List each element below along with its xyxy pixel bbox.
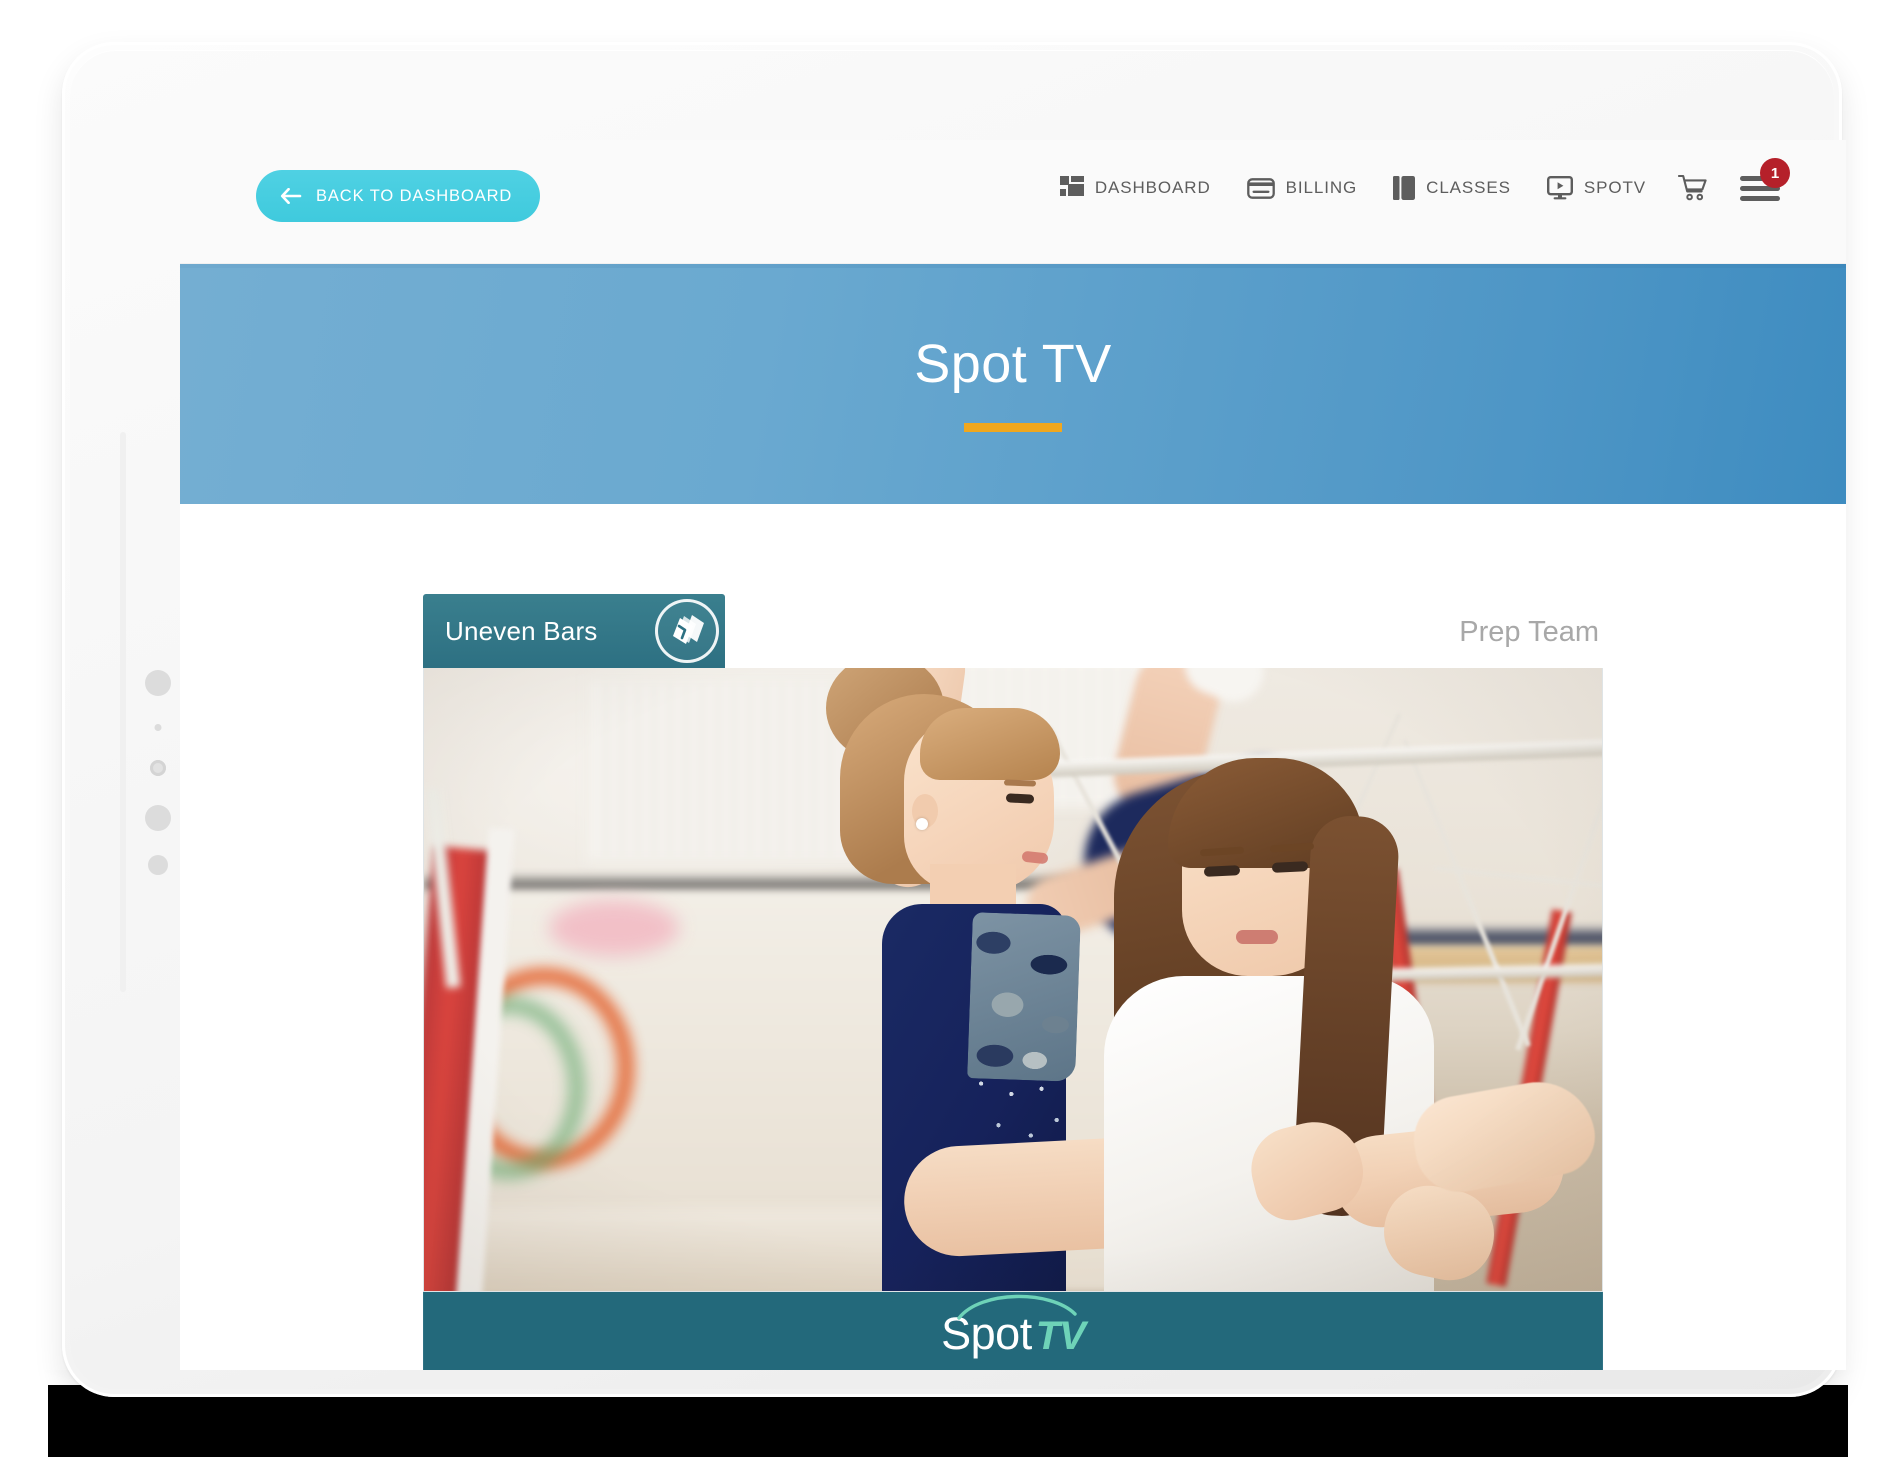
nav-label-billing: BILLING <box>1285 178 1358 197</box>
volume-down-dot[interactable] <box>148 855 168 875</box>
mic-dot <box>154 724 162 731</box>
tablet-device-frame: BACK TO DASHBOARD DASHBOARD BILLING CLAS… <box>62 42 1846 1397</box>
shopping-cart-icon <box>1678 174 1708 202</box>
nav-item-classes[interactable]: CLASSES <box>1375 176 1529 200</box>
nav-label-dashboard: DASHBOARD <box>1094 178 1211 197</box>
nav-items-group: DASHBOARD BILLING CLASSES SPOTV 1 <box>1042 158 1790 202</box>
gymnast-eye <box>1005 793 1035 804</box>
young-gymnast <box>754 668 1327 1291</box>
back-to-dashboard-label: BACK TO DASHBOARD <box>316 186 513 205</box>
coach-lips <box>1236 930 1278 944</box>
gym-photo <box>424 668 1602 1291</box>
gymnast-bangs <box>920 708 1060 780</box>
page-banner: Spot TV <box>180 264 1846 504</box>
credit-card-icon <box>1246 177 1275 199</box>
nav-item-dashboard[interactable]: DASHBOARD <box>1042 176 1229 200</box>
gymnast-earring <box>916 818 928 830</box>
stacked-cards-icon <box>655 599 719 663</box>
coach-eye-right <box>1271 861 1309 873</box>
nav-item-billing[interactable]: BILLING <box>1229 177 1376 199</box>
menu-button[interactable]: 1 <box>1722 158 1790 202</box>
power-button-dot[interactable] <box>145 670 171 696</box>
video-footer-logo-bar: Spot TV <box>423 1292 1603 1370</box>
nav-item-spotv[interactable]: SPOTV <box>1529 176 1664 200</box>
camera-dot <box>150 760 166 776</box>
tablet-side-rail <box>120 432 126 992</box>
grid-dashboard-icon <box>1059 176 1084 200</box>
monitor-play-icon <box>1546 176 1573 200</box>
tablet-screen: BACK TO DASHBOARD DASHBOARD BILLING CLAS… <box>180 140 1846 1370</box>
spottv-logo: Spot TV <box>941 1294 1086 1360</box>
cart-button[interactable] <box>1664 174 1722 202</box>
nav-label-classes: CLASSES <box>1426 178 1511 197</box>
category-label: Uneven Bars <box>445 615 598 646</box>
gymnast-leotard-camo-panel <box>967 912 1081 1082</box>
coach-eye-left <box>1203 865 1241 877</box>
team-label: Prep Team <box>1459 616 1599 648</box>
tablet-side-buttons <box>138 642 178 912</box>
coach <box>1084 758 1602 1291</box>
spotv-video-card[interactable]: Uneven Bars Prep Team Spot TV <box>423 594 1603 1370</box>
back-to-dashboard-button[interactable]: BACK TO DASHBOARD <box>256 170 541 222</box>
gymnast-eyebrow <box>1003 779 1037 787</box>
book-classes-icon <box>1393 176 1416 200</box>
menu-notification-badge: 1 <box>1760 158 1790 188</box>
video-card-header: Uneven Bars Prep Team <box>423 594 1603 668</box>
video-thumbnail[interactable] <box>423 668 1603 1292</box>
background-pink-equipment <box>549 900 679 956</box>
nav-label-spotv: SPOTV <box>1583 178 1646 197</box>
logo-spot-text: Spot <box>941 1307 1032 1359</box>
title-underline-rule <box>964 422 1062 432</box>
logo-tv-text: TV <box>1035 1313 1086 1358</box>
arrow-left-icon <box>280 188 302 204</box>
main-content-area: Uneven Bars Prep Team Spot TV <box>180 504 1846 1370</box>
volume-up-dot[interactable] <box>145 805 171 831</box>
category-tab[interactable]: Uneven Bars <box>423 594 725 668</box>
top-navigation-bar: BACK TO DASHBOARD DASHBOARD BILLING CLAS… <box>180 140 1846 264</box>
page-title: Spot TV <box>914 333 1112 394</box>
